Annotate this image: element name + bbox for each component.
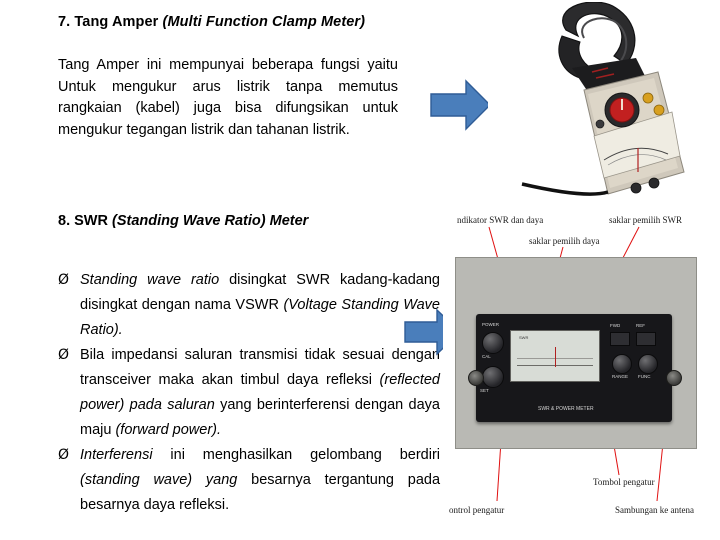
swr-knob-power: [482, 332, 504, 354]
clamp-meter-photo: [521, 1, 685, 196]
bullet-marker-icon: Ø: [58, 447, 70, 463]
list-item: Ø Interferensi ini menghasilkan gelomban…: [58, 443, 440, 518]
swr-device-body: SWR POWER CAL SET FWD REF RANGE FUNC SWR…: [468, 314, 682, 422]
section-2-heading-italic: (Standing Wave Ratio) Meter: [111, 213, 309, 229]
swr-knob-cal: [482, 366, 504, 388]
bullet-marker-icon: Ø: [58, 272, 70, 288]
swr-knob-range: [612, 354, 632, 374]
list-item-text: Standing wave ratio disingkat SWR kadang…: [80, 272, 440, 338]
swr-meter-figure: ndikator SWR dan daya saklar pemilih SWR…: [443, 205, 720, 537]
swr-knob-func: [638, 354, 658, 374]
swr-meter-photo: SWR POWER CAL SET FWD REF RANGE FUNC SWR…: [455, 257, 697, 449]
section-1-heading-italic: (Multi Function Clamp Meter): [162, 14, 366, 30]
swr-port-left: [468, 370, 484, 386]
list-item: Ø Bila impedansi saluran transmisi tidak…: [58, 343, 440, 443]
slide-root: 7. Tang Amper (Multi Function Clamp Mete…: [0, 0, 720, 540]
list-item-text: Interferensi ini menghasilkan gelombang …: [80, 447, 441, 513]
list-item-text: Bila impedansi saluran transmisi tidak s…: [80, 347, 440, 438]
section-2-heading: 8. SWR (Standing Wave Ratio) Meter: [58, 213, 308, 229]
section-1-paragraph: Tang Amper ini mempunyai beberapa fungsi…: [58, 57, 398, 138]
swr-port-right: [666, 370, 682, 386]
swr-switch-1: [610, 332, 630, 346]
bullet-marker-icon: Ø: [58, 347, 70, 363]
section-1-heading-main: 7. Tang Amper: [58, 14, 163, 30]
arrow-right-icon-1: [430, 79, 491, 131]
clamp-meter-figure: [488, 1, 720, 202]
section-1-heading: 7. Tang Amper (Multi Function Clamp Mete…: [58, 14, 365, 30]
swr-display: SWR: [510, 330, 600, 382]
list-item: Ø Standing wave ratio disingkat SWR kada…: [58, 268, 440, 343]
section-2-heading-main: 8. SWR: [58, 213, 112, 229]
swr-switch-2: [636, 332, 656, 346]
section-2-bullet-list: Ø Standing wave ratio disingkat SWR kada…: [58, 268, 440, 518]
